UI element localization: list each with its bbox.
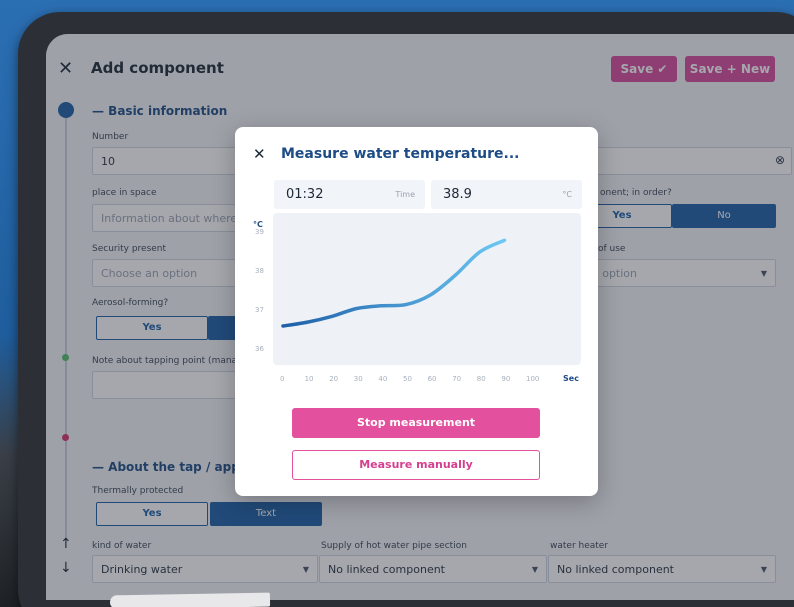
temperature-chart: [273, 213, 581, 365]
y-tick-label: 36: [255, 345, 264, 354]
x-tick-label: 30: [353, 375, 363, 383]
x-tick-label: 100: [526, 375, 540, 383]
time-value: 01:32: [286, 187, 324, 202]
stop-measurement-button[interactable]: Stop measurement: [292, 408, 540, 438]
measure-dialog: ✕ Measure water temperature... 01:32 Tim…: [235, 127, 598, 496]
x-tick-label: 70: [452, 375, 462, 383]
time-unit: Time: [395, 190, 415, 199]
stylus-pen: [109, 592, 271, 607]
x-tick-label: 0: [280, 375, 285, 383]
close-icon[interactable]: ✕: [253, 145, 266, 163]
x-tick-label: 50: [403, 375, 412, 383]
y-tick-label: 39: [255, 228, 264, 237]
x-axis-unit: Sec: [563, 374, 579, 383]
measure-manually-button[interactable]: Measure manually: [292, 450, 540, 480]
temperature-series-line: [281, 238, 507, 328]
temperature-display: 38.9 °C: [431, 180, 582, 209]
y-tick-label: 37: [255, 306, 264, 315]
x-tick-label: 10: [304, 375, 314, 383]
temperature-unit: °C: [562, 190, 572, 199]
temperature-value: 38.9: [443, 187, 472, 202]
x-tick-label: 80: [476, 375, 486, 383]
x-tick-label: 40: [378, 375, 388, 383]
x-tick-label: 90: [501, 375, 511, 383]
x-tick-label: 60: [427, 375, 437, 383]
dialog-title: Measure water temperature...: [281, 146, 520, 162]
time-display: 01:32 Time: [274, 180, 425, 209]
app-screen: ✕ Add component Save ✔ Save + New ↑ ↓ — …: [46, 34, 794, 600]
x-tick-label: 20: [329, 375, 339, 383]
y-tick-label: 38: [255, 267, 264, 276]
chart-svg: [281, 238, 507, 328]
